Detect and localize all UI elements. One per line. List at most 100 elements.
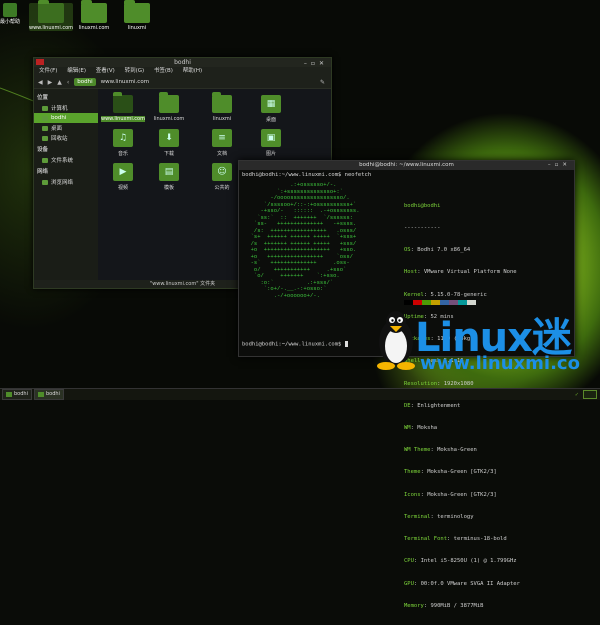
file-item-label: 模板	[163, 185, 174, 191]
desktop-folder-www[interactable]: www.linuxmi.com	[29, 0, 73, 31]
pictures-folder-icon: ▣	[261, 129, 281, 147]
file-item[interactable]: ≡ 文档	[199, 129, 245, 157]
download-folder-icon: ⬇	[159, 129, 179, 147]
sidebar-item-trash[interactable]: 回收站	[34, 133, 98, 143]
left-arrow-icon[interactable]: ‹	[67, 79, 69, 86]
desktop-folder-linuxmi-com[interactable]: linuxmi.com	[72, 0, 116, 31]
window-controls[interactable]: –▫✕	[548, 161, 571, 170]
info-row: Theme: Moksha-Green [GTK2/3]	[404, 469, 497, 476]
file-item-label: linuxmi	[212, 116, 232, 122]
terminal-icon	[37, 392, 44, 397]
info-key: GPU	[404, 580, 414, 587]
app-icon	[36, 59, 44, 65]
terminal-prompt[interactable]: bodhi@bodhi:~/www.linuxmi.com$	[242, 340, 348, 347]
taskbar-item-terminal[interactable]: bodhi	[33, 389, 64, 400]
info-key: Memory	[404, 602, 424, 609]
info-row: Host: VMware Virtual Platform None	[404, 269, 517, 276]
info-value: Enlightenment	[417, 402, 461, 409]
file-item[interactable]: ⬇ 下载	[146, 129, 192, 157]
sidebar-section-network: 网络	[37, 169, 49, 175]
folder-icon	[113, 92, 133, 113]
info-value: Moksha-Green [GTK2/3]	[427, 491, 497, 498]
menu-edit[interactable]: 编辑(E)	[67, 68, 86, 74]
info-row: Terminal Font: terminus-18-bold	[404, 536, 507, 543]
breadcrumb-home[interactable]: bodhi	[74, 78, 96, 86]
text-cursor	[344, 340, 348, 347]
info-value: terminology	[437, 513, 474, 520]
workspace-switcher[interactable]	[583, 390, 597, 399]
system-tray: ✓	[575, 390, 600, 399]
file-item[interactable]: ▶ 视频	[100, 163, 146, 191]
terminal-titlebar[interactable]: bodhi@bodhi: ~/www.linuxmi.com –▫✕	[239, 161, 574, 170]
file-item[interactable]: www.linuxmi.com	[100, 92, 146, 122]
file-item[interactable]: linuxmi	[199, 92, 245, 122]
up-icon[interactable]: ▲	[57, 79, 62, 86]
file-item-label: www.linuxmi.com	[100, 116, 145, 122]
menu-view[interactable]: 查看(V)	[96, 68, 115, 74]
back-icon[interactable]: ◀	[38, 79, 43, 86]
info-row: DE: Enlightenment	[404, 402, 461, 409]
color-swatch	[404, 300, 413, 305]
file-item[interactable]: ▤ 模板	[146, 163, 192, 191]
file-item[interactable]: ♫ 音乐	[100, 129, 146, 157]
info-key: OS	[404, 247, 411, 254]
info-value: Intel i5-8250U (1) @ 1.799GHz	[420, 558, 517, 565]
taskbar: bodhi bodhi ✓	[0, 388, 600, 400]
home-icon	[42, 115, 48, 121]
info-row: OS: Bodhi 7.0 x86_64	[404, 247, 471, 254]
edit-path-icon[interactable]: ✎	[320, 79, 325, 86]
window-controls[interactable]: –▫✕	[304, 59, 328, 68]
file-manager-titlebar[interactable]: bodhi –▫✕	[34, 58, 331, 67]
sidebar-item-bodhi[interactable]: bodhi	[34, 113, 98, 123]
info-key: CPU	[404, 558, 414, 565]
templates-folder-icon: ▤	[159, 163, 179, 181]
sidebar-item-desktop[interactable]: 桌面	[34, 123, 98, 133]
info-key: Kernel	[404, 291, 424, 298]
computer-icon	[42, 105, 48, 111]
info-row: Terminal: terminology	[404, 513, 474, 520]
desktop-folder-linuxmi[interactable]: linuxmi	[115, 0, 159, 31]
file-item-label: 视频	[117, 185, 128, 191]
sidebar-item-network[interactable]: 浏览网络	[34, 177, 98, 187]
taskbar-item-label: bodhi	[14, 391, 28, 397]
sidebar-item-label: bodhi	[51, 115, 67, 121]
sidebar-item-label: 计算机	[51, 106, 68, 112]
desktop-help-label: 最小帮助	[0, 19, 21, 25]
file-item[interactable]: ▣ 图片	[248, 129, 294, 157]
documents-folder-icon: ≡	[212, 129, 232, 147]
sidebar-item-label: 文件系统	[51, 158, 74, 164]
info-value: 5.15.0-78-generic	[430, 291, 487, 298]
desktop-folder-label: linuxmi	[127, 25, 147, 31]
checkmark-icon[interactable]: ✓	[575, 392, 579, 398]
sidebar-item-computer[interactable]: 计算机	[34, 103, 98, 113]
file-item-label: 文档	[216, 151, 227, 157]
music-folder-icon: ♫	[113, 129, 133, 147]
menubar: 文件(F) 编辑(E) 查看(V) 转到(G) 书签(B) 帮助(H)	[34, 67, 331, 76]
info-row: Memory: 990MiB / 3877MiB	[404, 602, 484, 609]
help-icon	[3, 3, 17, 17]
sidebar-item-label: 浏览网络	[51, 180, 74, 186]
info-key: Host	[404, 269, 418, 276]
menu-bookmarks[interactable]: 书签(B)	[154, 68, 173, 74]
info-value: Moksha	[417, 425, 438, 431]
menu-help[interactable]: 帮助(H)	[183, 68, 202, 74]
forward-icon[interactable]: ▶	[48, 79, 53, 86]
sidebar-section-devices: 设备	[37, 147, 49, 153]
info-key: Terminal Font	[404, 536, 448, 543]
menu-go[interactable]: 转到(G)	[125, 68, 145, 74]
menu-file[interactable]: 文件(F)	[39, 68, 57, 74]
folder-icon	[212, 92, 232, 113]
desktop-folder-icon: ▦	[261, 95, 281, 113]
drive-icon	[42, 157, 48, 163]
info-value: 00:0f.0 VMware SVGA II Adapter	[420, 580, 520, 587]
file-item[interactable]: linuxmi.com	[146, 92, 192, 122]
file-item[interactable]: ▦ 桌面	[248, 95, 294, 123]
desktop-help-shortcut[interactable]: 最小帮助	[0, 3, 20, 25]
breadcrumb-path[interactable]: www.linuxmi.com	[101, 79, 149, 85]
sidebar-item-label: 桌面	[51, 126, 63, 132]
sidebar-item-filesystem[interactable]: 文件系统	[34, 155, 98, 165]
tux-penguin-logo	[377, 311, 415, 370]
taskbar-item-bodhi[interactable]: bodhi	[2, 389, 32, 400]
public-folder-icon: ☺	[212, 163, 232, 181]
sidebar-item-label: 回收站	[51, 136, 68, 142]
